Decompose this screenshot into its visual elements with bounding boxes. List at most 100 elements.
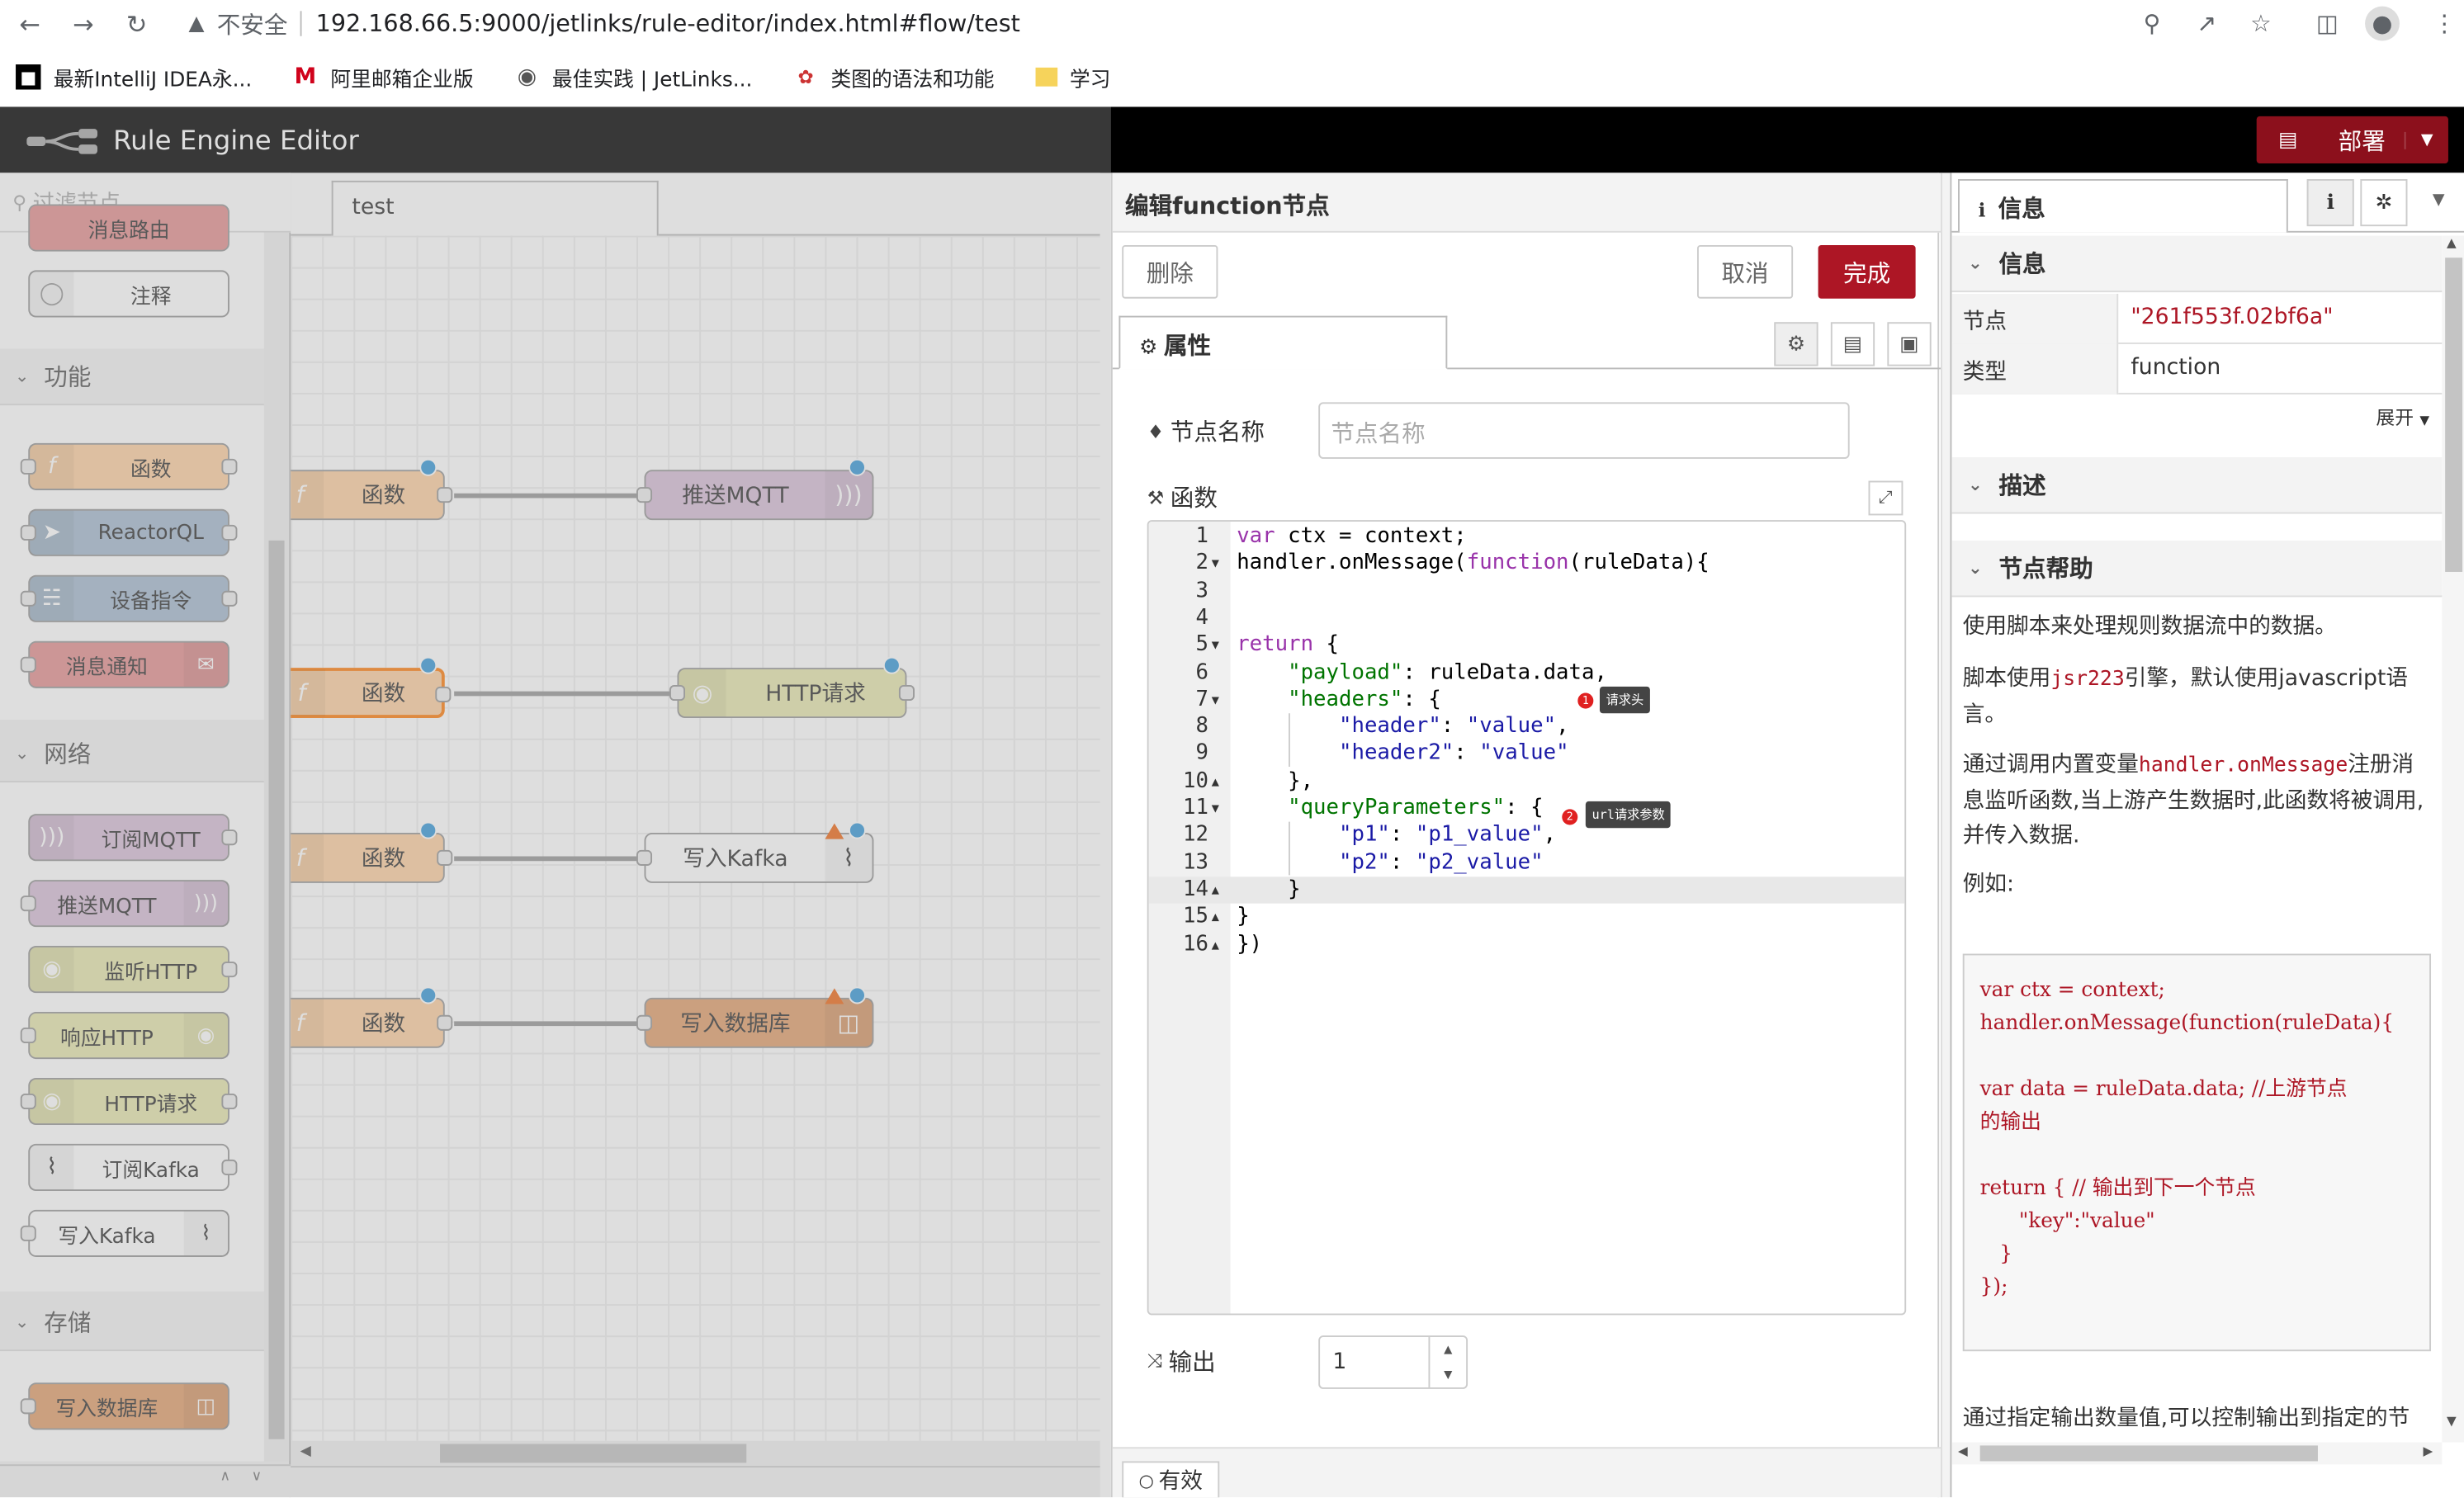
chevron-down-icon: ⌄	[1968, 474, 1983, 495]
folder-icon	[1035, 67, 1057, 87]
annotation-label-1: 请求头	[1599, 686, 1650, 714]
example-code-block: var ctx = context; handler.onMessage(fun…	[1962, 953, 2432, 1352]
tab-properties[interactable]: ⚙ 属性	[1118, 315, 1448, 370]
intellij-icon: ■	[16, 64, 41, 90]
fold-icon[interactable]: ▲	[1212, 877, 1219, 904]
section-node-help[interactable]: ⌄ 节点帮助	[1951, 540, 2443, 598]
code-line-active: 14 ▲ }	[1148, 877, 1905, 904]
profile-avatar-icon[interactable]: ●	[2365, 6, 2400, 41]
modal-overlay	[0, 106, 1111, 1498]
reload-icon[interactable]: ↻	[120, 7, 154, 41]
bookmark-folder-study[interactable]: 学习	[1035, 62, 1110, 92]
dialog-footer: ○ 有效	[1112, 1447, 1941, 1498]
sidebar-menu-caret-icon[interactable]: ▼	[2433, 191, 2445, 209]
code-line: 6 "payload": ruleData.data,	[1195, 659, 1607, 685]
node-id-value[interactable]: "261f553f.02bf6a"	[2131, 305, 2333, 329]
info-icon: ℹ	[1978, 199, 1986, 222]
delete-button[interactable]: 删除	[1122, 244, 1218, 299]
forward-arrow-icon[interactable]: →	[66, 7, 101, 41]
fold-icon[interactable]: ▼	[1212, 551, 1219, 578]
tag-icon: ♦	[1147, 420, 1165, 442]
browser-toolbar: ← → ↻ ▲ 不安全 192.168.66.5:9000/jetlinks/r…	[0, 0, 2464, 48]
done-button[interactable]: 完成	[1818, 244, 1916, 299]
code-line: 1 var ctx = context;	[1195, 522, 1467, 549]
code-line: 4	[1195, 604, 1208, 631]
fold-icon[interactable]: ▲	[1212, 904, 1219, 931]
deploy-button[interactable]: ▤ 部署 ▼	[2256, 116, 2448, 163]
sidebar-resize-handle[interactable]	[1941, 172, 1951, 1498]
node-name-input[interactable]: 节点名称	[1318, 402, 1850, 459]
section-info[interactable]: ⌄ 信息	[1951, 235, 2443, 293]
info-sidebar: ℹ 信息 ℹ ✲ ▼ ⌄ 信息 节点 "261f553f.02bf6a" 类型 f…	[1950, 172, 2464, 1498]
enabled-toggle[interactable]: ○ 有效	[1122, 1461, 1220, 1498]
scroll-down-icon[interactable]: ▼	[2447, 1414, 2457, 1428]
expand-link[interactable]: 展开 ▼	[2376, 404, 2429, 430]
annotation-marker-1: 1	[1577, 692, 1594, 709]
more-menu-icon[interactable]: ⋮	[2433, 7, 2457, 41]
code-line: 13 "p2": "p2_value"	[1182, 849, 1544, 875]
tab-info[interactable]: ℹ 信息	[1958, 179, 2288, 233]
code-line: 8 "header": "value",	[1195, 713, 1569, 739]
back-arrow-icon[interactable]: ←	[12, 7, 47, 41]
code-line: 2 ▼ handler.onMessage(function(ruleData){	[1149, 551, 1905, 578]
side-panel-icon[interactable]: ◫	[2316, 7, 2339, 41]
fold-icon[interactable]: ▼	[1212, 687, 1219, 714]
info-row-type: 类型 function	[1951, 343, 2443, 395]
expand-editor-icon[interactable]: ⤢	[1868, 480, 1904, 516]
function-label: ⚒ 函数	[1147, 484, 1218, 513]
description-doc-icon[interactable]: ▤	[1830, 322, 1875, 366]
bookmarks-bar: ■ 最新IntelliJ IDEA永... M 阿里邮箱企业版 ◉ 最佳实践 |…	[0, 54, 2464, 101]
code-editor[interactable]: 1 var ctx = context; 2 ▼ handler.onMessage(…	[1147, 520, 1907, 1316]
node-name-label: ♦ 节点名称	[1147, 418, 1265, 447]
debug-bug-icon[interactable]: ✲	[2360, 179, 2408, 227]
gear-icon: ⚙	[1139, 336, 1158, 360]
circle-icon: ○	[1138, 1469, 1154, 1491]
fold-icon[interactable]: ▲	[1212, 931, 1219, 958]
scroll-left-icon[interactable]: ◀	[1958, 1444, 1968, 1458]
settings-gear-icon[interactable]: ⚙	[1774, 322, 1818, 366]
address-bar[interactable]: ▲ 不安全 192.168.66.5:9000/jetlinks/rule-ed…	[173, 3, 2200, 44]
fold-icon[interactable]: ▼	[1212, 795, 1219, 822]
bookmark-jetlinks[interactable]: ◉ 最佳实践 | JetLinks...	[514, 62, 753, 92]
dialog-title: 编辑function节点	[1112, 172, 1941, 233]
fold-icon[interactable]: ▼	[1212, 632, 1219, 659]
fold-icon[interactable]: ▲	[1212, 768, 1219, 795]
outputs-label: ⤨ 输出	[1147, 1348, 1216, 1377]
info-row-node: 节点 "261f553f.02bf6a"	[1951, 293, 2443, 344]
code-line: 12 "p1": "p1_value",	[1182, 822, 1557, 848]
code-line: 16 ▲})	[1149, 931, 1905, 958]
deploy-icon: ▤	[2278, 128, 2298, 152]
url-text[interactable]: 192.168.66.5:9000/jetlinks/rule-editor/i…	[316, 9, 1020, 37]
edit-dialog: 编辑function节点 删除 取消 完成 ⚙ 属性 ⚙ ▤ ▣ ♦ 节点名称 节点…	[1110, 172, 1941, 1498]
dialog-tabs: ⚙ 属性 ⚙ ▤ ▣	[1112, 315, 1941, 370]
chevron-down-icon: ⌄	[1968, 557, 1983, 579]
star-icon[interactable]: ☆	[2250, 7, 2272, 41]
shuffle-icon: ⤨	[1147, 1349, 1162, 1372]
globe-icon: ◉	[517, 64, 537, 90]
code-line: 7 ▼ "headers": {	[1149, 687, 1905, 714]
share-icon[interactable]: ↗	[2197, 7, 2216, 41]
warning-icon: ▲	[188, 12, 205, 35]
annotation-marker-2: 2	[1562, 809, 1578, 825]
key-icon[interactable]: ⚲	[2144, 7, 2161, 41]
sidebar-vertical-scrollbar[interactable]: ▲ ▼	[2442, 235, 2464, 1443]
bookmark-intellij[interactable]: ■ 最新IntelliJ IDEA永...	[16, 62, 252, 92]
decrement-icon[interactable]: ▼	[1444, 1368, 1452, 1381]
scroll-up-icon[interactable]: ▲	[2447, 236, 2457, 250]
node-type-value: function	[2131, 355, 2221, 380]
increment-icon[interactable]: ▲	[1444, 1344, 1452, 1356]
sidebar-horizontal-scrollbar[interactable]: ◀ ▶	[1951, 1442, 2443, 1465]
cancel-button[interactable]: 取消	[1696, 244, 1794, 299]
wrench-icon: ⚒	[1147, 486, 1165, 508]
scroll-right-icon[interactable]: ▶	[2424, 1444, 2433, 1458]
outputs-stepper[interactable]: 1 ▲ ▼	[1318, 1335, 1468, 1389]
deploy-caret-icon[interactable]: ▼	[2404, 130, 2448, 149]
code-line: 10 ▲ },	[1149, 768, 1905, 795]
bookmark-class-diagram[interactable]: ✿ 类图的语法和功能	[793, 62, 994, 92]
section-description[interactable]: ⌄ 描述	[1951, 456, 2443, 514]
code-line: 5 ▼ return {	[1149, 632, 1905, 659]
annotation-label-2: url请求参数	[1585, 801, 1672, 829]
bookmark-aliyun-mail[interactable]: M 阿里邮箱企业版	[293, 62, 474, 92]
appearance-frame-icon[interactable]: ▣	[1887, 322, 1932, 366]
info-tab-icon[interactable]: ℹ	[2306, 179, 2354, 227]
